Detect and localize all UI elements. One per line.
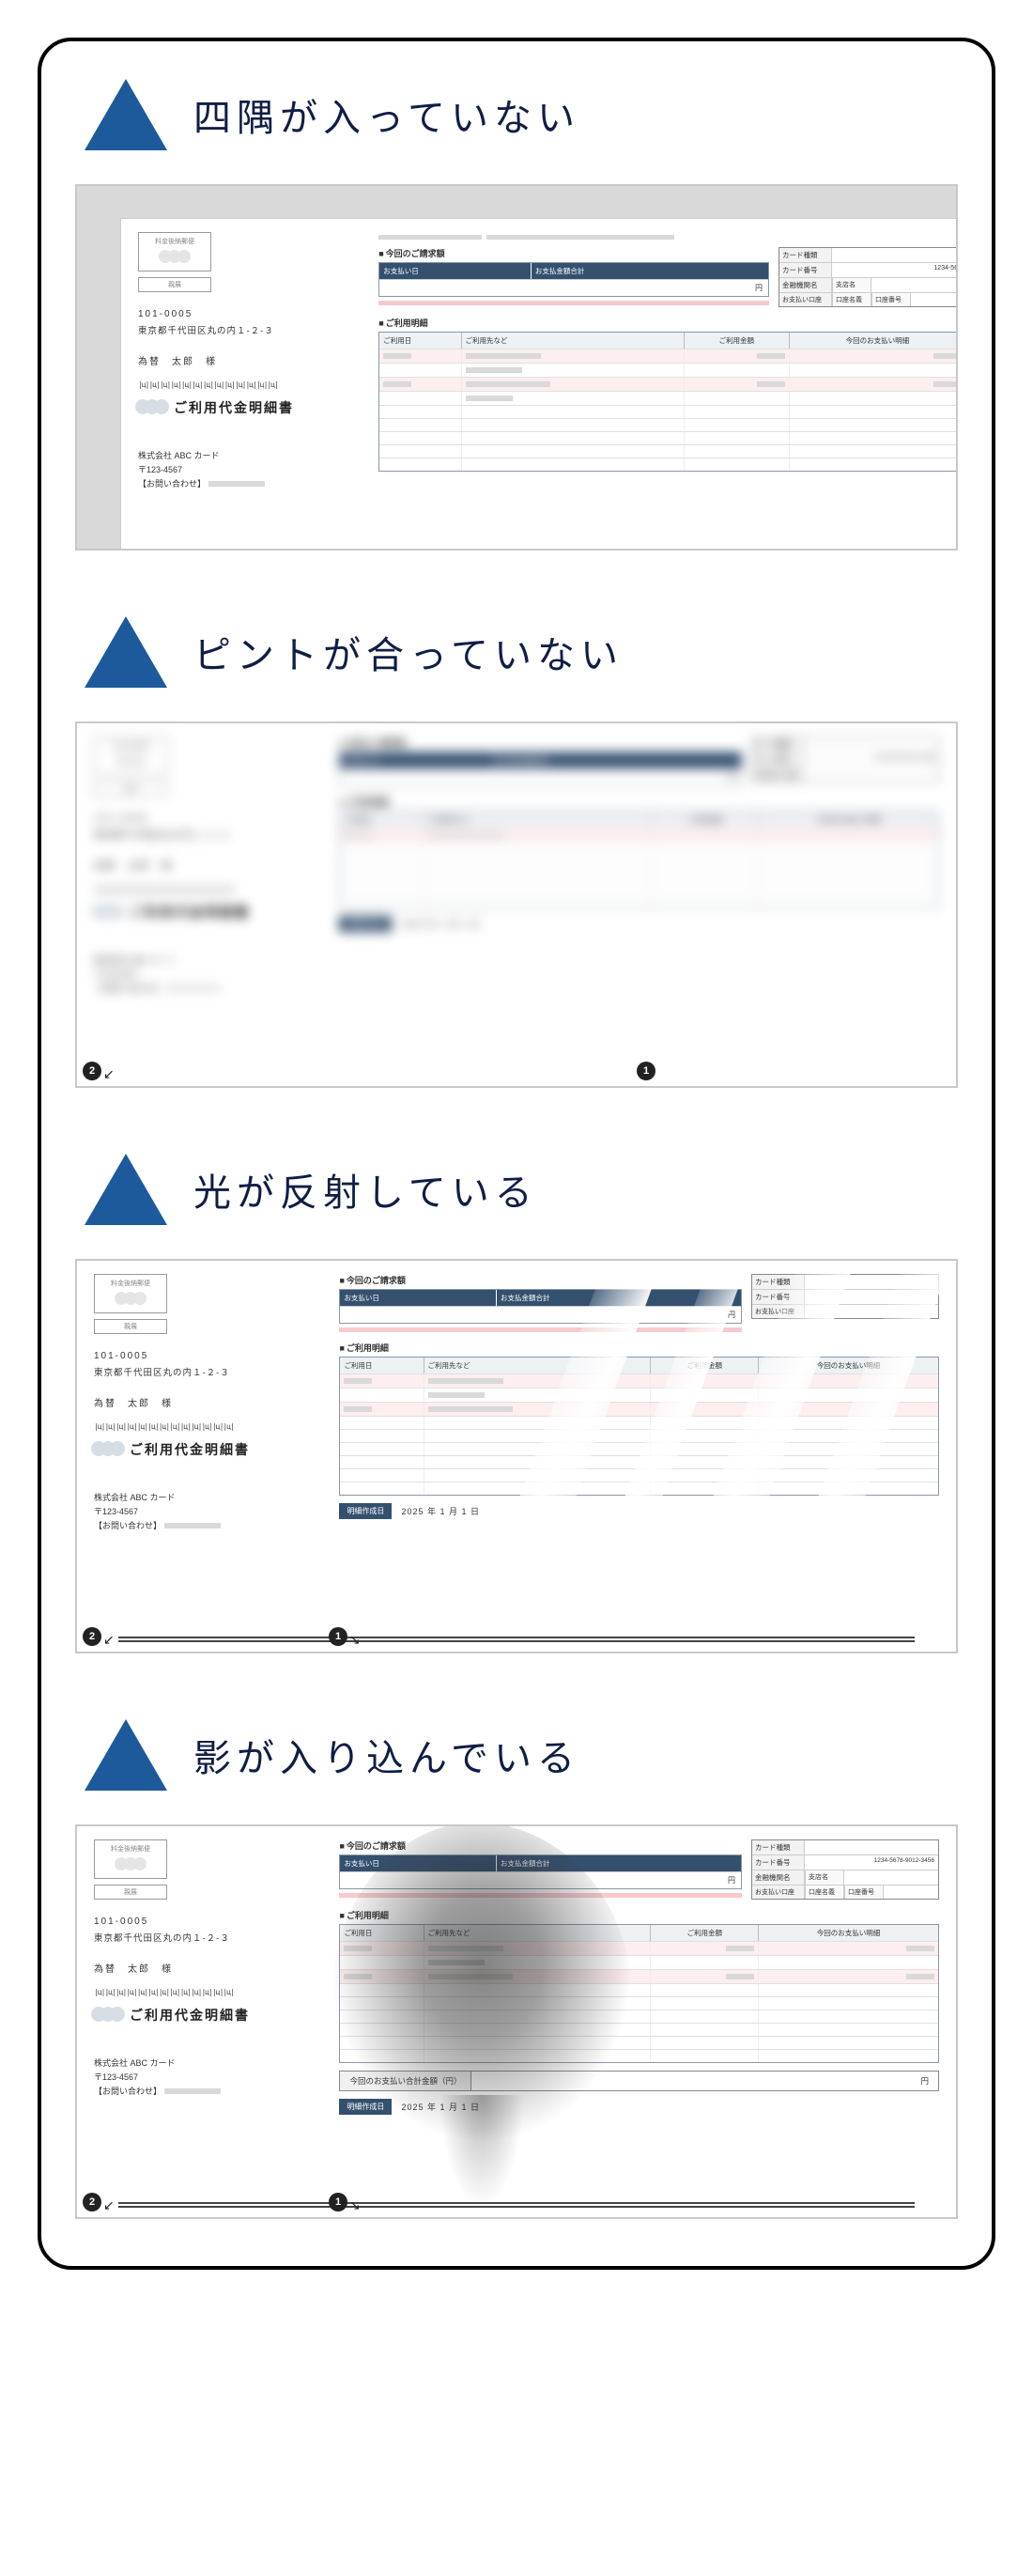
address: 東京都千代田区丸の内１-２-３ [138, 323, 360, 336]
postal-code: 101-0005 [138, 309, 360, 319]
detail-table: ご利用日 ご利用先など ご利用金額 今回のお支払い明細 [378, 332, 958, 472]
footer-rule [118, 2202, 915, 2208]
section-header: 四隅が入っていない [75, 79, 958, 150]
barcode: |ц||ц||ц||ц||ц||ц||ц||ц||ц||ц||ц||ц||ц| [138, 380, 360, 389]
preview-glare: 料金後納郵便 親展 101-0005 東京都千代田区丸の内１-２-３ 為替 太郎… [75, 1259, 958, 1653]
arrow-down-left-icon: ↙ [103, 2197, 115, 2213]
arrow-down-left-icon: ↙ [103, 1066, 115, 1082]
section-corners-missing: 四隅が入っていない 料金後納郵便 親展 101-0005 東京都千代田区丸の内１… [75, 79, 958, 551]
arrow-down-left-icon: ↙ [103, 1632, 115, 1648]
issuer-postal: 〒123-4567 [138, 463, 360, 475]
postage-stamp-box: 料金後納郵便 [138, 232, 211, 272]
section-title: 光が反射している [193, 1162, 538, 1217]
preview-shadow: 料金後納郵便 親展 101-0005 東京都千代田区丸の内１-２-３ 為替 太郎… [75, 1824, 958, 2219]
billing-label: 今回のご請求額 [378, 247, 769, 259]
guidance-frame: 四隅が入っていない 料金後納郵便 親展 101-0005 東京都千代田区丸の内１… [38, 38, 995, 2270]
section-title: 四隅が入っていない [193, 87, 580, 142]
logo-circles-icon [138, 399, 166, 416]
billing-table: お支払い日 お支払金額合計 円 [378, 262, 769, 297]
warning-triangle-icon [85, 1719, 167, 1791]
section-title: 影が入り込んでいる [193, 1728, 580, 1782]
corner-badge-left: 2 [83, 1062, 101, 1080]
section-shadow: 影が入り込んでいる 料金後納郵便 親展 101-0005 東京都千代田区丸の内１… [75, 1719, 958, 2219]
preview-blurred: 料金後納郵便 親展 101-0005 東京都千代田区丸の内１-２-３ 為替 太郎… [75, 722, 958, 1088]
issuer-contact: 【お問い合わせ】 [138, 479, 206, 489]
payee-name: 為替 太郎 様 [138, 353, 360, 367]
section-title: ピントが合っていない [193, 625, 624, 679]
detail-label: ご利用明細 [378, 317, 958, 329]
corner-badge-left: 2 [83, 2193, 101, 2211]
corner-badge-right: 1 [637, 1062, 655, 1080]
footer-rule [118, 1637, 915, 1642]
warning-triangle-icon [85, 616, 167, 688]
arrow-down-right-icon: ↘ [349, 1632, 361, 1648]
confidential-label: 親展 [138, 277, 211, 292]
corner-badge-right: 1 [329, 1627, 347, 1646]
issuer-name: 株式会社 ABC カード [138, 449, 360, 461]
corner-badge-right: 1 [329, 2193, 347, 2211]
card-info-box: カード種類 カード番号1234-567 金融機関名支店名 お支払い口座口座名義口… [779, 247, 958, 307]
arrow-down-right-icon: ↘ [349, 2197, 361, 2213]
section-out-of-focus: ピントが合っていない 料金後納郵便 親展 101-0005 東京都千代田区丸の内… [75, 616, 958, 1088]
section-glare: 光が反射している 料金後納郵便 親展 101-0005 東京都千代田区丸の内１-… [75, 1154, 958, 1653]
corner-badge-left: 2 [83, 1627, 101, 1646]
warning-triangle-icon [85, 1154, 167, 1225]
preview-cropped: 料金後納郵便 親展 101-0005 東京都千代田区丸の内１-２-３ 為替 太郎… [75, 184, 958, 551]
warning-triangle-icon [85, 79, 167, 150]
document-title: ご利用代金明細書 [174, 398, 294, 417]
